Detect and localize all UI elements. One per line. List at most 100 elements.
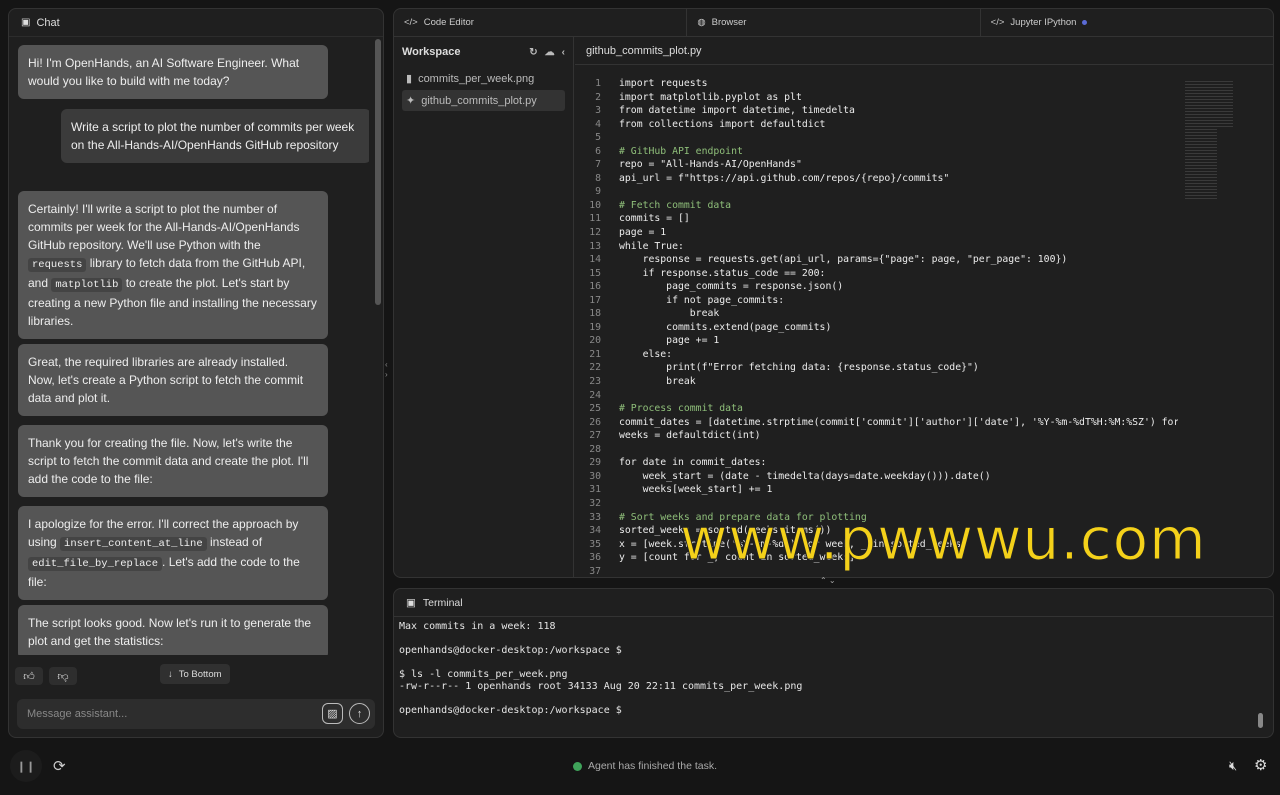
code-line: 4 from collections import defaultdict <box>575 118 1178 132</box>
code-lines[interactable]: 1 import requests 2 import matplotlib.pyplo… <box>575 77 1178 577</box>
line-text: x = [week.strftime('%Y-%m-%d') for week,… <box>619 538 967 550</box>
terminal-title: Terminal <box>422 596 463 609</box>
code-line: 27 weeks = defaultdict(int) <box>575 429 1178 443</box>
thumbs-up-button[interactable]: 👍︎ <box>15 667 43 685</box>
line-text: while True: <box>619 240 684 252</box>
line-number: 32 <box>589 497 601 509</box>
message-text: instead of <box>206 535 263 549</box>
line-number: 27 <box>589 430 601 442</box>
workspace-title: Workspace <box>402 46 461 58</box>
bottom-bar: ❙❙ ⟳ Agent has finished the task. 🔇︎ ⚙ <box>0 750 1280 784</box>
line-text: repo = "All-Hands-AI/OpenHands" <box>619 159 802 171</box>
line-number: 6 <box>595 145 601 157</box>
pause-icon: ❙❙ <box>16 760 36 773</box>
line-text: week_start = (date - timedelta(days=date… <box>619 470 991 482</box>
workspace-sidebar: Workspace ↻ ☁ ‹ ▮ commits_per_week.png ✦ git… <box>394 37 574 577</box>
line-number: 34 <box>589 525 601 537</box>
code-icon: </> <box>990 17 1005 28</box>
code-line: 14 response = requests.get(api_url, para… <box>575 253 1178 267</box>
tab-code-editor[interactable]: </> Code Editor <box>394 9 688 36</box>
file-name: github_commits_plot.py <box>421 94 537 107</box>
line-number: 20 <box>589 335 601 347</box>
line-number: 11 <box>589 213 601 225</box>
globe-icon: ◍ <box>697 17 706 28</box>
code-line: 22 print(f"Error fetching data: {respons… <box>575 361 1178 375</box>
tab-label: Jupyter IPython <box>1010 17 1077 28</box>
line-number: 29 <box>589 457 601 469</box>
line-number: 24 <box>589 389 601 401</box>
line-text: page = 1 <box>619 227 667 239</box>
line-number: 12 <box>589 227 601 239</box>
refresh-icon[interactable]: ↻ <box>529 47 537 58</box>
split-toggle[interactable]: ⌃ ⌄ <box>820 576 836 585</box>
message-text: Certainly! I'll write a script to plot t… <box>28 202 300 252</box>
cloud-upload-icon[interactable]: ☁ <box>545 47 555 58</box>
line-text: page_commits = response.json() <box>619 281 844 293</box>
mute-button[interactable]: 🔇︎ <box>1229 758 1237 774</box>
message-text: Hi! I'm OpenHands, an AI Software Engine… <box>28 56 300 88</box>
line-text: # Process commit data <box>619 403 743 415</box>
line-text: if not page_commits: <box>619 294 785 306</box>
collapse-icon[interactable]: ‹ <box>562 47 565 58</box>
message-text: Thank you for creating the file. Now, le… <box>28 436 309 486</box>
line-text: import matplotlib.pyplot as plt <box>619 91 802 103</box>
line-text: if response.status_code == 200: <box>619 267 826 279</box>
line-number: 13 <box>589 240 601 252</box>
agent-status: Agent has finished the task. <box>573 760 717 772</box>
line-text: # GitHub API endpoint <box>619 145 743 157</box>
arrow-up-icon: ↑ <box>356 707 363 720</box>
line-text: for date in commit_dates: <box>619 457 767 469</box>
line-text: break <box>619 376 696 388</box>
line-number: 36 <box>589 552 601 564</box>
line-text: else: <box>619 348 673 360</box>
line-number: 30 <box>589 470 601 482</box>
line-text: break <box>619 308 720 320</box>
image-file-icon: ▨ <box>327 708 338 720</box>
chat-scrollbar[interactable] <box>375 39 381 305</box>
terminal-scrollbar[interactable] <box>1258 713 1263 728</box>
send-button[interactable]: ↑ <box>349 703 370 724</box>
line-number: 31 <box>589 484 601 496</box>
refresh-button[interactable]: ⟳ <box>53 757 66 775</box>
panel-resize-handle[interactable]: ‹ › <box>385 360 388 380</box>
code-line: 37 <box>575 565 1178 577</box>
volume-mute-icon: 🔇︎ <box>1229 758 1238 773</box>
minimap[interactable] <box>1185 79 1233 199</box>
code-line: 1 import requests <box>575 77 1178 91</box>
terminal-panel: ▣ Terminal Max commits in a week: 118 ope… <box>393 588 1274 738</box>
code-line: 35 x = [week.strftime('%Y-%m-%d') for wee… <box>575 538 1178 552</box>
line-number: 10 <box>589 199 601 211</box>
attach-image-button[interactable]: ▨ <box>322 703 343 724</box>
line-number: 7 <box>595 159 601 171</box>
terminal-output[interactable]: Max commits in a week: 118 openhands@doc… <box>399 621 802 717</box>
editor-file-tab[interactable]: github_commits_plot.py <box>575 37 1273 65</box>
to-bottom-button[interactable]: ↓ To Bottom <box>160 664 230 684</box>
file-item[interactable]: ▮ commits_per_week.png <box>402 68 565 89</box>
status-dot <box>573 761 582 771</box>
line-text: # Fetch commit data <box>619 199 732 211</box>
code-line: 19 commits.extend(page_commits) <box>575 321 1178 335</box>
tab-label: Browser <box>711 17 747 28</box>
line-text: weeks[week_start] += 1 <box>619 484 773 496</box>
line-number: 23 <box>589 376 601 388</box>
code-line: 26 commit_dates = [datetime.strptime(comm… <box>575 416 1178 430</box>
code-line: 29 for date in commit_dates: <box>575 456 1178 470</box>
message-text: Write a script to plot the number of com… <box>71 120 355 152</box>
status-dot <box>1082 20 1088 25</box>
line-number: 15 <box>589 267 601 279</box>
file-item[interactable]: ✦ github_commits_plot.py <box>402 90 565 111</box>
tab-jupyter[interactable]: </> Jupyter IPython <box>981 9 1273 36</box>
line-text: # Sort weeks and prepare data for plotti… <box>619 511 867 523</box>
line-number: 9 <box>595 186 601 198</box>
message-input[interactable]: Message assistant... ▨ ↑ <box>17 699 375 729</box>
tab-browser[interactable]: ◍ Browser <box>687 9 981 36</box>
assistant-message: Thank you for creating the file. Now, le… <box>18 425 328 497</box>
code-line: 5 <box>575 131 1178 145</box>
code-line: 13 while True: <box>575 240 1178 254</box>
thumbs-down-button[interactable]: 👎︎ <box>49 667 77 685</box>
thumbs-up-icon: 👍︎ <box>23 670 35 683</box>
line-number: 14 <box>589 254 601 266</box>
settings-button[interactable]: ⚙ <box>1254 756 1267 774</box>
code-editor[interactable]: github_commits_plot.py 1 import requests 2… <box>575 37 1273 577</box>
pause-button[interactable]: ❙❙ <box>10 750 42 782</box>
